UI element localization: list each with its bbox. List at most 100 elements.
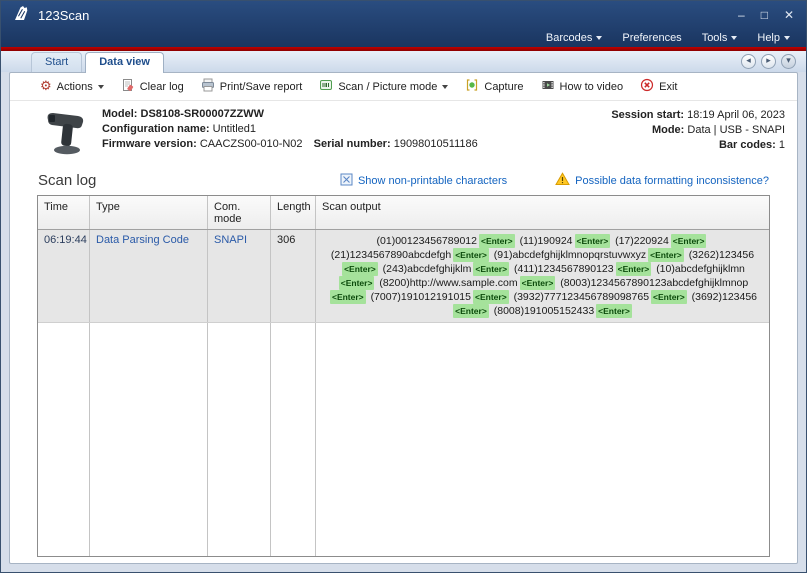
data-format-warning-link[interactable]: Possible data formatting inconsistence? <box>555 172 769 189</box>
collapse-button[interactable]: ▾ <box>781 54 796 69</box>
maximize-button[interactable]: □ <box>761 9 768 21</box>
enter-tag: <Enter> <box>342 262 378 276</box>
cell-type: Data Parsing Code <box>90 230 208 322</box>
back-button[interactable]: ◂ <box>741 54 756 69</box>
scan-output-segment: (17)220924 <box>615 235 669 247</box>
clear-log-icon <box>121 78 135 95</box>
app-window: 123Scan – □ ✕ Barcodes Preferences Tools… <box>0 0 807 573</box>
menu-tools[interactable]: Tools <box>702 32 738 44</box>
enter-tag: <Enter> <box>648 248 684 262</box>
scan-output-segment: (7007)191012191015 <box>371 291 471 303</box>
column-header-scan-output[interactable]: Scan output <box>316 196 769 229</box>
scan-output-segment: (11)190924 <box>520 235 573 247</box>
enter-tag: <Enter> <box>453 304 489 318</box>
scan-log-table: Time Type Com. mode Length Scan output 0… <box>37 195 770 557</box>
tab-label: Data view <box>99 56 150 68</box>
tab-nav-buttons: ◂ ▸ ▾ <box>741 54 796 69</box>
menu-preferences[interactable]: Preferences <box>622 32 681 44</box>
print-save-report-label: Print/Save report <box>220 81 303 93</box>
enter-tag: <Enter> <box>596 304 632 318</box>
menu-label: Barcodes <box>546 32 592 44</box>
enter-tag: <Enter> <box>616 262 652 276</box>
capture-label: Capture <box>484 81 523 93</box>
model-value: DS8108-SR00007ZZWW <box>141 108 265 120</box>
mode-value: Data | USB - SNAPI <box>687 124 785 136</box>
nonprintable-icon <box>340 173 353 189</box>
capture-icon <box>465 78 479 95</box>
scan-output-segment: (3262)123456 <box>689 249 754 261</box>
cell-com-mode: SNAPI <box>208 230 271 322</box>
how-to-video-button[interactable]: How to video <box>541 78 624 95</box>
cell-time: 06:19:44 <box>38 230 90 322</box>
column-header-com-mode[interactable]: Com. mode <box>208 196 271 229</box>
toolbar: ⚙ Actions Clear log <box>10 73 797 101</box>
exit-button[interactable]: Exit <box>640 78 677 95</box>
column-header-length[interactable]: Length <box>271 196 316 229</box>
gear-icon: ⚙ <box>40 80 52 93</box>
exit-label: Exit <box>659 81 677 93</box>
scan-log-header: Scan log Show non-printable characters <box>10 166 797 194</box>
video-icon <box>541 78 555 95</box>
session-start-value: 18:19 April 06, 2023 <box>687 109 785 121</box>
column-header-time[interactable]: Time <box>38 196 90 229</box>
scan-output-segment: (3932)777123456789098765 <box>514 291 649 303</box>
session-start-label: Session start: <box>611 109 684 121</box>
cell-length: 306 <box>271 230 316 322</box>
enter-tag: <Enter> <box>339 276 375 290</box>
barcodes-value: 1 <box>779 139 785 151</box>
actions-button[interactable]: ⚙ Actions <box>40 80 104 93</box>
chevron-down-icon <box>442 85 448 89</box>
enter-tag: <Enter> <box>520 276 556 290</box>
chevron-down-icon <box>596 36 602 40</box>
close-button[interactable]: ✕ <box>784 9 794 21</box>
empty-cell <box>208 323 271 556</box>
scan-output-segment: (01)00123456789012 <box>377 235 477 247</box>
clear-log-button[interactable]: Clear log <box>121 78 184 95</box>
enter-tag: <Enter> <box>453 248 489 262</box>
titlebar: 123Scan – □ ✕ <box>1 1 806 29</box>
tab-data-view[interactable]: Data view <box>85 52 164 73</box>
warning-icon <box>555 172 570 189</box>
menubar: Barcodes Preferences Tools Help <box>1 29 806 47</box>
capture-button[interactable]: Capture <box>465 78 523 95</box>
data-format-warning-label: Possible data formatting inconsistence? <box>575 175 769 187</box>
show-nonprintable-link[interactable]: Show non-printable characters <box>340 173 507 189</box>
config-label: Configuration name: <box>102 123 210 135</box>
chevron-down-icon <box>731 36 737 40</box>
table-row[interactable]: 06:19:44 Data Parsing Code SNAPI 306 (01… <box>38 230 769 323</box>
menu-label: Preferences <box>622 32 681 44</box>
column-header-type[interactable]: Type <box>90 196 208 229</box>
scanner-image <box>38 107 92 162</box>
barcode-scan-icon <box>319 78 333 95</box>
menu-barcodes[interactable]: Barcodes <box>546 32 602 44</box>
scan-output-segment: (411)1234567890123 <box>514 263 614 275</box>
top-chrome: 123Scan – □ ✕ Barcodes Preferences Tools… <box>1 1 806 47</box>
empty-cell <box>90 323 208 556</box>
table-header-row: Time Type Com. mode Length Scan output <box>38 196 769 230</box>
app-title: 123Scan <box>38 8 89 23</box>
forward-button[interactable]: ▸ <box>761 54 776 69</box>
menu-help[interactable]: Help <box>757 32 790 44</box>
scan-output-segment: (10)abcdefghijklmn <box>656 263 745 275</box>
scan-output-segment: (91)abcdefghijklmnopqrstuvwxyz <box>494 249 646 261</box>
print-save-report-button[interactable]: Print/Save report <box>201 78 303 95</box>
menu-label: Tools <box>702 32 728 44</box>
tab-start[interactable]: Start <box>31 52 82 72</box>
device-info-section: Model: DS8108-SR00007ZZWW Configuration … <box>10 101 797 166</box>
scan-picture-mode-button[interactable]: Scan / Picture mode <box>319 78 448 95</box>
minimize-button[interactable]: – <box>738 9 745 21</box>
actions-label: Actions <box>57 81 93 93</box>
serial-value: 19098010511186 <box>394 138 478 150</box>
enter-tag: <Enter> <box>671 234 707 248</box>
session-info: Session start: 18:19 April 06, 2023 Mode… <box>611 108 785 153</box>
enter-tag: <Enter> <box>479 234 515 248</box>
scan-output-segment: (8008)191005152433 <box>494 305 594 317</box>
window-controls: – □ ✕ <box>738 9 798 21</box>
firmware-value: CAACZS00-010-N02 <box>200 138 303 150</box>
clear-log-label: Clear log <box>140 81 184 93</box>
scan-picture-mode-label: Scan / Picture mode <box>338 81 437 93</box>
scan-output-segment: (3692)123456 <box>692 291 757 303</box>
empty-cell <box>271 323 316 556</box>
scan-log-title: Scan log <box>38 172 96 189</box>
config-value: Untitled1 <box>213 123 256 135</box>
